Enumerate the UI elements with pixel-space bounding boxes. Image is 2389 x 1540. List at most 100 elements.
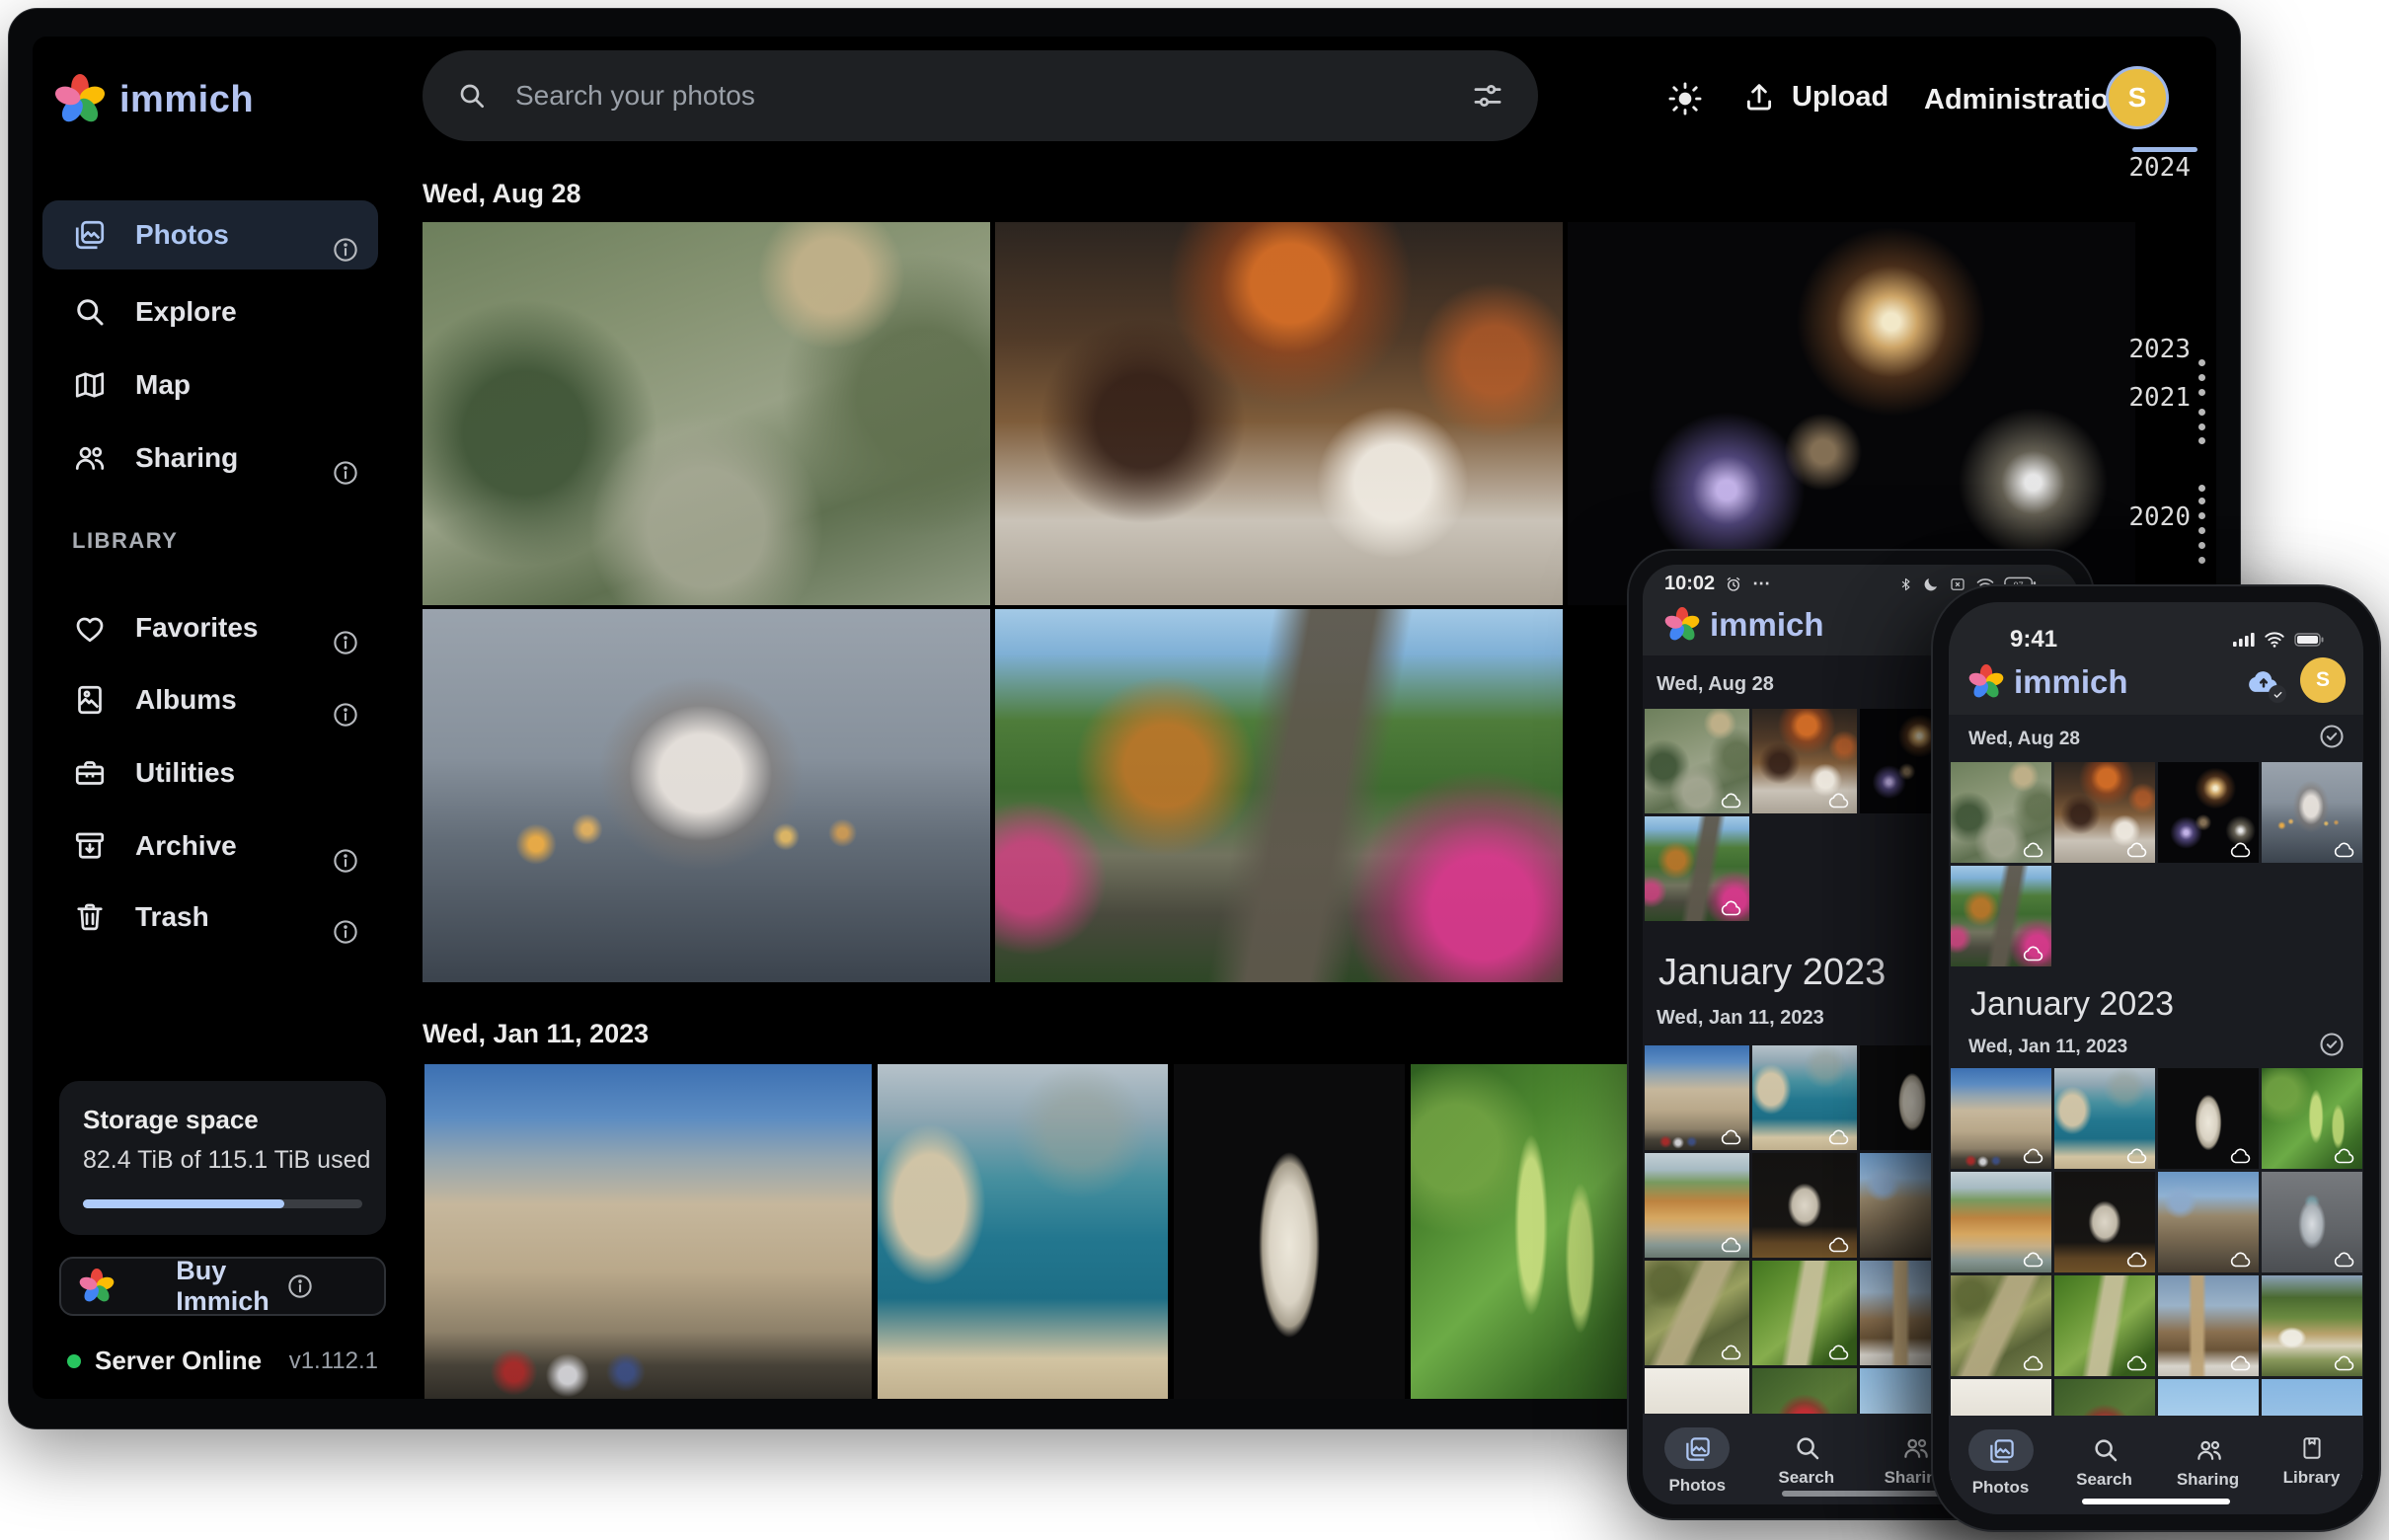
tablet-nav-search[interactable]: Search <box>1752 1427 1862 1488</box>
tablet-month-header: January 2023 <box>1658 952 1886 994</box>
phone-home-indicator[interactable] <box>2082 1499 2230 1504</box>
photo-autumn-park-path[interactable] <box>1645 816 1749 921</box>
sidebar-item-map[interactable]: Map <box>42 356 378 414</box>
photo-holding-hands[interactable] <box>423 609 990 982</box>
photo-lizard-moss[interactable] <box>1752 1261 1857 1365</box>
sidebar-item-archive[interactable]: Archive <box>42 817 378 875</box>
phone-select-all-jan[interactable] <box>2318 1031 2346 1058</box>
photo-autumn-park-path[interactable] <box>995 609 1563 982</box>
photo-coastal-town[interactable] <box>1752 1045 1857 1150</box>
brand-name: immich <box>119 79 254 121</box>
sidebar-item-sharing[interactable]: Sharing <box>42 429 378 487</box>
sidebar-item-favorites[interactable]: Favorites <box>42 599 378 656</box>
info-icon[interactable] <box>331 917 360 947</box>
photo-fireworks[interactable] <box>1568 222 2135 605</box>
photo-marble-bust[interactable] <box>1174 1064 1405 1399</box>
theme-toggle-sun-icon[interactable] <box>1666 80 1704 117</box>
photo-lizard-rocks[interactable] <box>1645 1261 1749 1365</box>
search-input[interactable] <box>513 79 1445 113</box>
phone-user-avatar[interactable]: S <box>2300 657 2346 703</box>
photo-zoo-monkeys[interactable] <box>423 222 990 605</box>
server-status: Server Online v1.112.1 <box>59 1346 386 1376</box>
phone-nav-search[interactable]: Search <box>2052 1429 2156 1490</box>
timeline-year-2024[interactable]: 2024 <box>2112 153 2191 183</box>
cloud-sync-button[interactable] <box>2245 665 2282 697</box>
sharing-people-icon <box>2195 1435 2224 1465</box>
photo-beach-cliff[interactable] <box>1951 1172 2051 1272</box>
avatar-initial: S <box>2128 82 2147 114</box>
photos-icon <box>72 217 108 253</box>
info-icon[interactable] <box>331 700 360 730</box>
tablet-home-indicator[interactable] <box>1782 1491 1940 1497</box>
photo-autumn-dinner-table[interactable] <box>2054 762 2155 863</box>
photo-fortress-walls[interactable] <box>424 1064 872 1399</box>
photo-autumn-dinner-table[interactable] <box>1752 709 1857 813</box>
upload-button[interactable]: Upload <box>1742 80 1888 114</box>
info-icon[interactable] <box>285 1271 315 1301</box>
sidebar-item-utilities[interactable]: Utilities <box>42 744 378 802</box>
photo-farm-house[interactable] <box>2262 1275 2362 1376</box>
photo-coastal-town[interactable] <box>878 1064 1168 1399</box>
photo-zoo-monkeys[interactable] <box>1951 762 2051 863</box>
photo-castle-ruins[interactable] <box>2158 1172 2259 1272</box>
photo-silver-ornament[interactable] <box>2262 1172 2362 1272</box>
administration-link[interactable]: Administration <box>1924 84 2126 116</box>
photo-green-berries[interactable] <box>2262 1068 2362 1169</box>
photo-fortress-walls[interactable] <box>1645 1045 1749 1150</box>
date-header-aug28: Wed, Aug 28 <box>423 179 581 209</box>
cloud-backup-icon <box>2022 1250 2045 1268</box>
photo-fireworks[interactable] <box>2158 762 2259 863</box>
search-bar[interactable] <box>423 50 1538 141</box>
photo-marble-bust-2[interactable] <box>1752 1153 1857 1258</box>
timeline-year-2021[interactable]: 2021 <box>2112 383 2191 413</box>
photo-fortress-walls[interactable] <box>1951 1068 2051 1169</box>
sidebar-item-trash[interactable]: Trash <box>42 888 378 946</box>
timeline-year-2023[interactable]: 2023 <box>2112 335 2191 364</box>
album-icon <box>72 682 108 718</box>
search-filter-icon[interactable] <box>1471 79 1504 113</box>
photo-green-berries[interactable] <box>1411 1064 1634 1399</box>
photos-icon <box>1683 1434 1713 1464</box>
buy-immich-button[interactable]: Buy Immich <box>59 1257 386 1316</box>
photo-zoo-monkeys[interactable] <box>1645 709 1749 813</box>
info-icon[interactable] <box>331 846 360 876</box>
cloud-backup-icon <box>2022 1353 2045 1371</box>
phone-date-aug28: Wed, Aug 28 <box>1968 729 2080 750</box>
photo-autumn-dinner-table[interactable] <box>995 222 1563 605</box>
photo-marble-bust[interactable] <box>2158 1068 2259 1169</box>
photo-coastal-town[interactable] <box>2054 1068 2155 1169</box>
cloud-backup-icon <box>2333 1353 2356 1371</box>
timeline-year-2020[interactable]: 2020 <box>2112 502 2191 532</box>
cloud-backup-icon <box>2125 840 2149 858</box>
search-icon <box>2091 1435 2120 1465</box>
sidebar-item-photos[interactable]: Photos <box>42 200 378 270</box>
cloud-backup-icon <box>1720 898 1743 916</box>
phone-date-jan11: Wed, Jan 11, 2023 <box>1968 1037 2127 1058</box>
immich-flower-icon <box>79 1269 115 1304</box>
photo-town-tower[interactable] <box>2158 1275 2259 1376</box>
phone-select-all-aug[interactable] <box>2318 723 2346 750</box>
phone-nav-library[interactable]: Library <box>2260 1429 2363 1488</box>
sidebar-item-explore[interactable]: Explore <box>42 283 378 341</box>
dnd-moon-icon <box>1922 575 1940 594</box>
phone-nav-photos[interactable]: Photos <box>1949 1429 2052 1498</box>
photo-holding-hands[interactable] <box>2262 762 2362 863</box>
sidebar-item-albums[interactable]: Albums <box>42 671 378 729</box>
cloud-backup-icon <box>1720 1343 1743 1360</box>
tablet-nav-photos[interactable]: Photos <box>1643 1427 1752 1496</box>
info-icon[interactable] <box>331 458 360 488</box>
timeline-position-marker[interactable] <box>2132 147 2197 152</box>
info-icon[interactable] <box>331 628 360 657</box>
user-avatar[interactable]: S <box>2106 66 2169 129</box>
info-icon[interactable] <box>331 235 360 265</box>
phone-nav-sharing[interactable]: Sharing <box>2156 1429 2260 1490</box>
photo-beach-cliff[interactable] <box>1645 1153 1749 1258</box>
phone-screen: 9:41 <box>1949 602 2363 1514</box>
cloud-backup-icon <box>2022 840 2045 858</box>
photo-marble-bust-2[interactable] <box>2054 1172 2155 1272</box>
cloud-backup-icon <box>1720 791 1743 808</box>
photo-lizard-rocks[interactable] <box>1951 1275 2051 1376</box>
photo-autumn-park-path[interactable] <box>1951 866 2051 966</box>
app-logo[interactable]: immich <box>54 74 254 125</box>
photo-lizard-moss[interactable] <box>2054 1275 2155 1376</box>
